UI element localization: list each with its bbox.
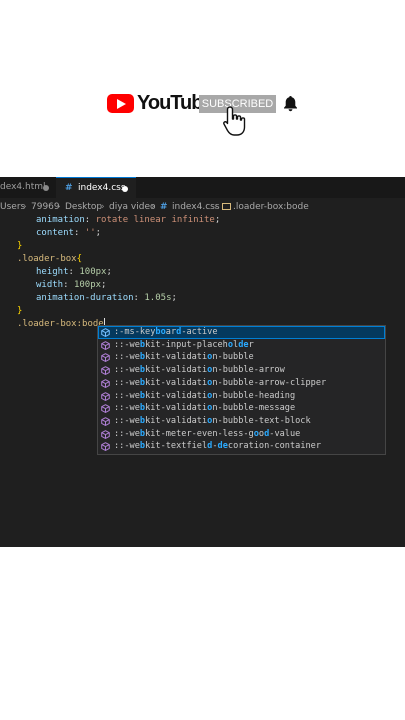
suggestion-label: ::-webkit-input-placeholder bbox=[114, 339, 254, 350]
tab-index4-html[interactable]: dex4.html bbox=[0, 177, 55, 198]
notification-bell-icon[interactable] bbox=[283, 95, 298, 112]
autocomplete-suggestions: :-ms-keyboard-active::-webkit-input-plac… bbox=[97, 325, 386, 455]
editor-tab-bar: dex4.html # index4.css bbox=[0, 177, 405, 198]
breadcrumb-folder[interactable]: diya video bbox=[109, 200, 156, 214]
code-line: content: ''; bbox=[36, 228, 102, 238]
breadcrumb-user[interactable]: 79969 bbox=[31, 200, 60, 214]
code-line: animation: rotate linear infinite; bbox=[36, 215, 221, 225]
suggestion-item[interactable]: ::-webkit-validation-bubble-message bbox=[98, 402, 385, 415]
chevron-right-icon: › bbox=[151, 202, 155, 212]
youtube-subscribe-banner: YouTube SUBSCRIBED bbox=[0, 90, 405, 136]
code-line: } bbox=[17, 241, 23, 251]
suggestion-label: ::-webkit-validation-bubble bbox=[114, 352, 254, 363]
tab-label: dex4.html bbox=[0, 182, 46, 192]
suggestion-item[interactable]: ::-webkit-validation-bubble-text-block bbox=[98, 415, 385, 428]
property-cube-icon bbox=[101, 353, 110, 363]
selector-symbol-icon bbox=[222, 203, 231, 210]
code-line: animation-duration: 1.05s; bbox=[36, 293, 177, 303]
breadcrumb-desktop[interactable]: Desktop bbox=[65, 200, 102, 214]
code-line: height: 100px; bbox=[36, 267, 112, 277]
suggestion-label: ::-webkit-validation-bubble-message bbox=[114, 403, 296, 414]
code-line: .loader-box{ bbox=[17, 254, 83, 264]
chevron-right-icon: › bbox=[101, 202, 105, 212]
code-line: width: 100px; bbox=[36, 280, 107, 290]
suggestion-item[interactable]: ::-webkit-textfield-decoration-container bbox=[98, 440, 385, 453]
property-cube-icon bbox=[101, 429, 110, 439]
tab-index4-css[interactable]: # index4.css bbox=[56, 177, 136, 198]
tab-label: index4.css bbox=[78, 183, 126, 193]
property-cube-icon bbox=[101, 442, 110, 452]
suggestion-item[interactable]: ::-webkit-meter-even-less-good-value bbox=[98, 428, 385, 441]
suggestion-item[interactable]: ::-webkit-input-placeholder bbox=[98, 339, 385, 352]
suggestion-label: ::-webkit-meter-even-less-good-value bbox=[114, 428, 301, 439]
property-cube-icon bbox=[101, 379, 110, 388]
code-line: .loader-box:bode bbox=[17, 318, 105, 329]
property-cube-icon bbox=[101, 366, 110, 376]
unsaved-dot-icon bbox=[43, 185, 49, 191]
code-line: } bbox=[17, 306, 23, 316]
property-cube-icon bbox=[101, 417, 110, 426]
suggestion-label: ::-webkit-validation-bubble-arrow bbox=[114, 365, 285, 376]
suggestion-label: ::-webkit-validation-bubble-heading bbox=[114, 390, 296, 401]
youtube-play-icon bbox=[107, 94, 134, 113]
unsaved-dot-icon bbox=[122, 186, 128, 192]
suggestion-label: :-ms-keyboard-active bbox=[114, 327, 218, 337]
css-file-icon: # bbox=[65, 183, 73, 193]
chevron-right-icon: › bbox=[23, 202, 27, 212]
suggestion-item[interactable]: ::-webkit-validation-bubble-arrow bbox=[98, 364, 385, 377]
breadcrumb-file[interactable]: index4.css bbox=[172, 200, 220, 214]
suggestion-item[interactable]: :-ms-keyboard-active bbox=[98, 326, 385, 339]
breadcrumb-users[interactable]: Users bbox=[0, 200, 25, 214]
suggestion-label: ::-webkit-textfield-decoration-container bbox=[114, 441, 322, 452]
chevron-right-icon: › bbox=[214, 202, 218, 212]
css-file-icon: # bbox=[160, 202, 168, 212]
suggestion-item[interactable]: ::-webkit-validation-bubble bbox=[98, 351, 385, 364]
suggestion-item[interactable]: ::-webkit-validation-bubble-heading bbox=[98, 390, 385, 403]
chevron-right-icon: › bbox=[57, 202, 61, 212]
property-cube-icon bbox=[101, 391, 110, 401]
breadcrumb-selector[interactable]: .loader-box:bode bbox=[233, 200, 309, 214]
suggestion-item[interactable]: ::-webkit-validation-bubble-arrow-clippe… bbox=[98, 377, 385, 390]
suggestion-label: ::-webkit-validation-bubble-arrow-clippe… bbox=[114, 377, 327, 388]
suggestion-label: ::-webkit-validation-bubble-text-block bbox=[114, 415, 311, 426]
property-cube-icon bbox=[101, 340, 110, 350]
hand-cursor-icon bbox=[223, 106, 246, 136]
property-cube-icon bbox=[101, 328, 110, 337]
property-cube-icon bbox=[101, 404, 110, 414]
